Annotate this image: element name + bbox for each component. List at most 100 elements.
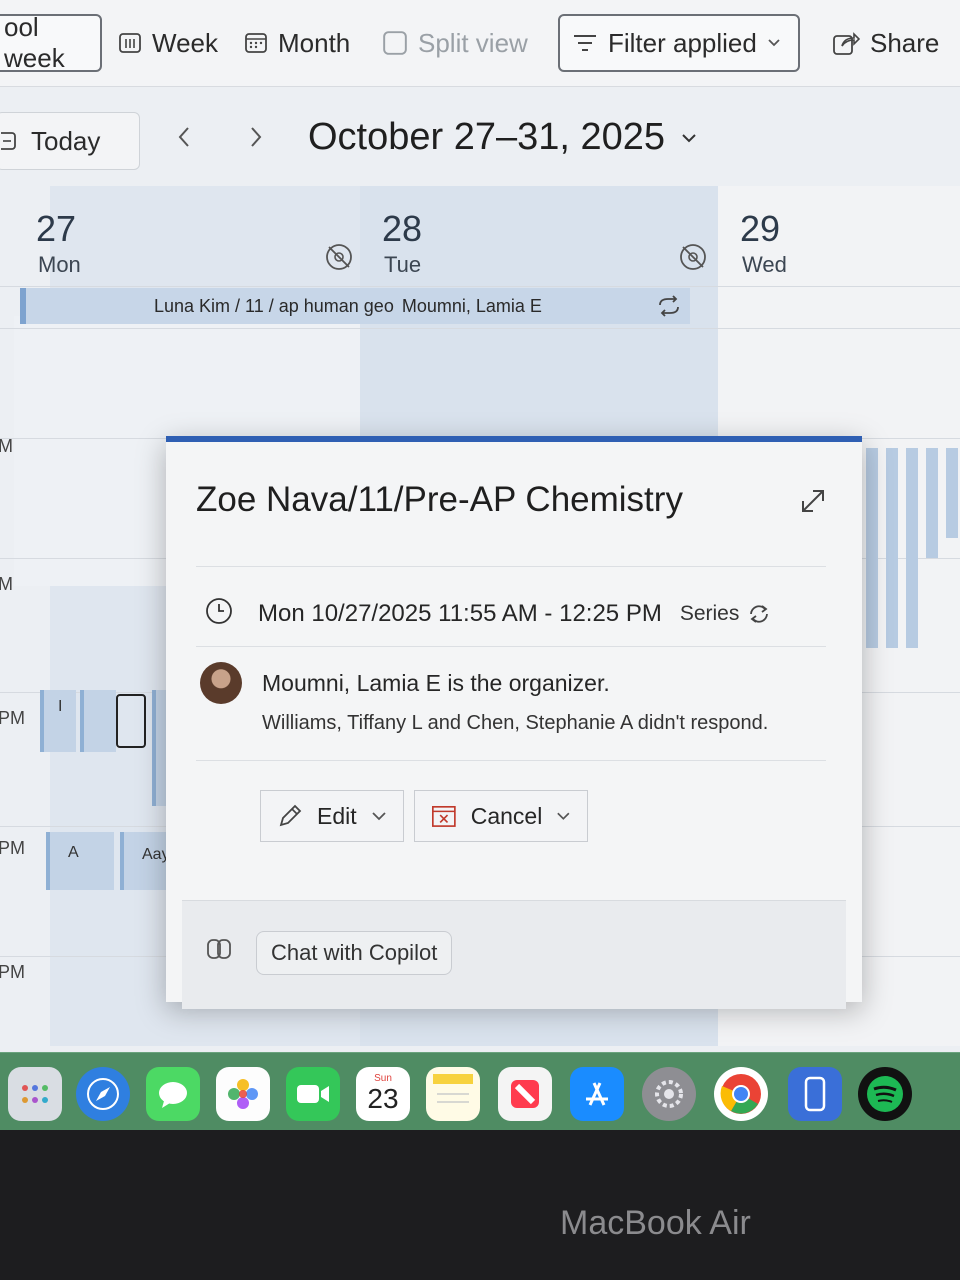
chevron-left-icon <box>178 127 189 147</box>
eye-off-icon[interactable] <box>324 242 354 277</box>
divider <box>0 328 960 329</box>
time-label: M <box>0 574 13 594</box>
week-icon <box>118 31 142 55</box>
organizer-text: Moumni, Lamia E is the organizer. <box>262 670 610 696</box>
event-title: I <box>58 698 63 715</box>
filter-button[interactable]: Filter applied <box>558 14 800 72</box>
expand-icon[interactable] <box>798 486 828 521</box>
today-button[interactable]: Today <box>0 112 140 170</box>
next-week-button[interactable] <box>248 124 264 156</box>
chevron-down-icon <box>767 38 781 48</box>
spotify-icon[interactable] <box>858 1067 912 1121</box>
chrome-icon[interactable] <box>714 1067 768 1121</box>
calendar-event[interactable] <box>80 690 116 752</box>
day-name: Mon <box>38 252 81 277</box>
event-title: Zoe Nava/11/Pre-AP Chemistry <box>196 480 683 519</box>
day-number: 27 <box>36 208 77 249</box>
day-header-wed[interactable]: 29 Wed <box>718 186 960 286</box>
calendar-today-icon <box>1 130 19 152</box>
copilot-icon <box>206 937 234 966</box>
month-icon <box>244 31 268 55</box>
event-time: Mon 10/27/2025 11:55 AM - 12:25 PM Serie… <box>258 600 771 628</box>
iphone-mirroring-icon[interactable] <box>788 1067 842 1121</box>
time-label: PM <box>0 838 25 858</box>
day-name: Tue <box>384 252 422 277</box>
selected-event-outline[interactable] <box>116 694 146 748</box>
school-week-label: ool week <box>4 12 65 73</box>
eye-off-icon[interactable] <box>678 242 708 277</box>
split-view-label: Split view <box>418 27 528 58</box>
photos-icon[interactable] <box>216 1067 270 1121</box>
chevron-down-icon <box>681 132 697 144</box>
news-icon[interactable] <box>498 1067 552 1121</box>
copilot-label: Chat with Copilot <box>271 940 438 965</box>
avatar[interactable] <box>200 662 242 704</box>
launchpad-icon[interactable] <box>8 1067 62 1121</box>
school-week-view-button[interactable]: ool week <box>0 12 102 73</box>
time-label: M <box>0 436 13 456</box>
filter-icon <box>572 32 598 54</box>
system-settings-icon[interactable] <box>642 1067 696 1121</box>
event-time-text: Mon 10/27/2025 11:55 AM - 12:25 PM <box>258 600 662 627</box>
day-number: 28 <box>382 208 423 249</box>
split-view-icon <box>382 30 408 56</box>
calendar-app-icon[interactable]: Sun 23 <box>356 1067 410 1121</box>
recurring-icon <box>750 605 769 623</box>
chevron-down-icon <box>372 812 386 821</box>
today-label: Today <box>31 125 101 156</box>
divider <box>196 646 826 647</box>
series-label: Series <box>679 602 740 625</box>
popup-footer: Chat with Copilot <box>182 900 846 1009</box>
cancel-label: Cancel <box>470 802 543 829</box>
divider <box>0 286 960 287</box>
share-button[interactable]: Share <box>832 14 939 72</box>
day-header-tue[interactable]: 28 Tue <box>360 186 718 286</box>
event-details-popup: Zoe Nava/11/Pre-AP Chemistry Mon 10/27/2… <box>166 436 862 1009</box>
attendee-response-text: Williams, Tiffany L and Chen, Stephanie … <box>262 712 769 734</box>
calendar-cancel-icon <box>432 805 456 827</box>
time-label: PM <box>0 962 25 982</box>
outlook-calendar-window: ool week Week Month Split view Filter ap… <box>0 0 960 1130</box>
clock-icon <box>204 596 234 631</box>
filter-label: Filter applied <box>608 27 757 58</box>
day-number: 29 <box>740 208 781 249</box>
date-range-label: October 27–31, 2025 <box>308 116 666 158</box>
facetime-icon[interactable] <box>286 1067 340 1121</box>
month-view-button[interactable]: Month <box>244 14 350 72</box>
pencil-icon <box>279 804 302 827</box>
device-label: MacBook Air <box>560 1204 751 1242</box>
share-icon <box>832 30 860 56</box>
chat-with-copilot-button[interactable]: Chat with Copilot <box>256 931 453 975</box>
macos-dock: Sun 23 <box>0 1052 960 1130</box>
divider <box>196 760 826 761</box>
time-label: PM <box>0 708 25 728</box>
app-store-icon[interactable] <box>570 1067 624 1121</box>
split-view-button[interactable]: Split view <box>382 14 528 72</box>
series-link[interactable]: Series <box>680 602 772 626</box>
recurring-icon <box>656 295 682 317</box>
messages-icon[interactable] <box>146 1067 200 1121</box>
calendar-event[interactable]: A <box>46 832 114 890</box>
overlapping-events-wed[interactable] <box>866 442 960 648</box>
all-day-event[interactable]: Luna Kim / 11 / ap human geo Moumni, Lam… <box>20 288 690 324</box>
date-range-picker[interactable]: October 27–31, 2025 <box>308 116 697 159</box>
edit-label: Edit <box>317 802 357 829</box>
calendar-event[interactable]: Aayu <box>120 832 172 890</box>
edit-button[interactable]: Edit <box>260 790 404 842</box>
safari-icon[interactable] <box>76 1067 130 1121</box>
day-name: Wed <box>742 252 787 277</box>
calendar-event[interactable]: I <box>40 690 76 752</box>
laptop-bezel <box>0 1130 960 1280</box>
chevron-down-icon <box>557 812 570 820</box>
day-header-mon[interactable]: 27 Mon <box>14 186 360 286</box>
week-view-button[interactable]: Week <box>118 14 218 72</box>
calendar-day-number: 23 <box>367 1083 399 1114</box>
event-organizer: Moumni, Lamia E <box>401 295 542 316</box>
cancel-event-button[interactable]: Cancel <box>414 790 588 842</box>
notes-icon[interactable] <box>426 1067 480 1121</box>
divider <box>196 566 826 567</box>
week-label: Week <box>152 27 218 58</box>
share-label: Share <box>870 27 940 58</box>
previous-week-button[interactable] <box>176 124 192 156</box>
date-navigation: Today October 27–31, 2025 <box>0 100 960 186</box>
